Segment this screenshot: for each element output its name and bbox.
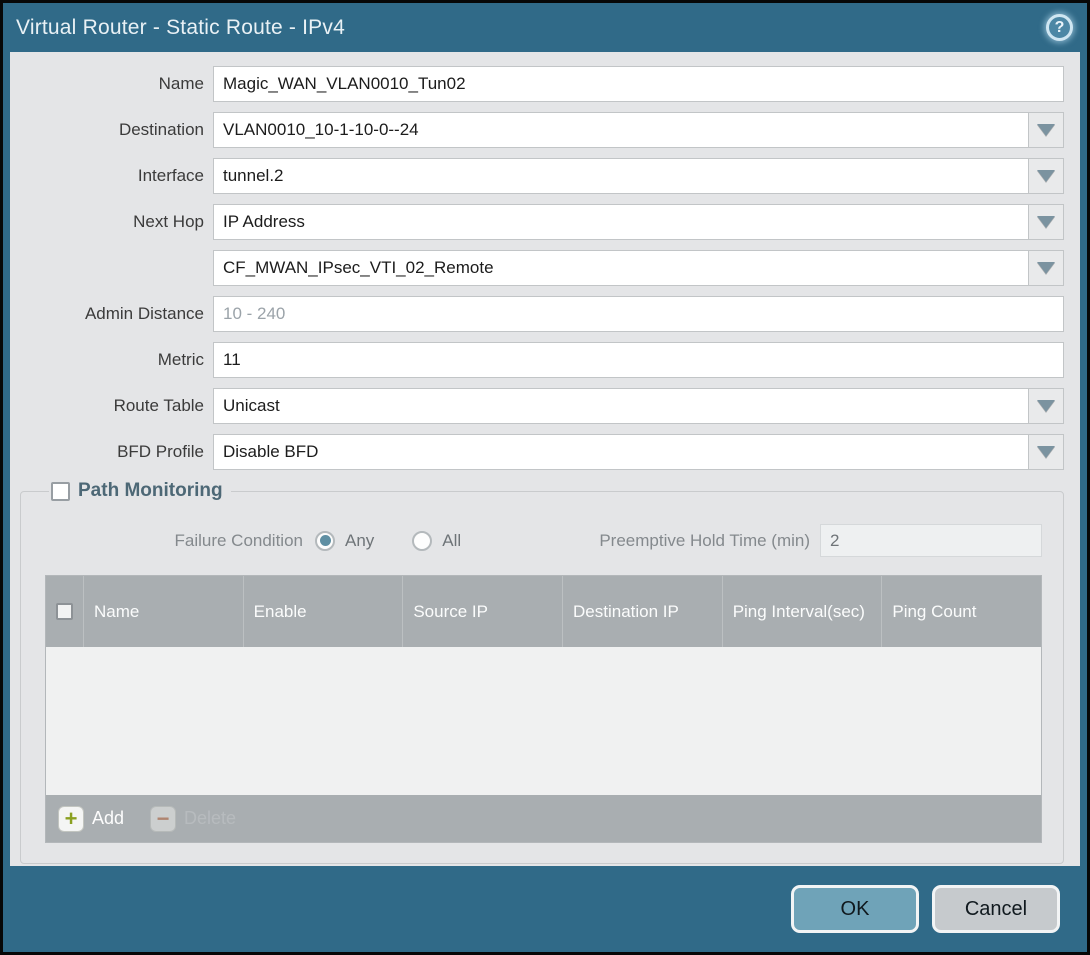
destination-input[interactable] [213, 112, 1029, 148]
chevron-down-icon [1037, 400, 1055, 412]
plus-icon: + [58, 806, 84, 832]
path-monitoring-legend: Path Monitoring [49, 480, 231, 502]
interface-row: Interface [20, 158, 1064, 194]
cancel-button[interactable]: Cancel [932, 885, 1060, 933]
path-monitoring-checkbox[interactable] [51, 482, 70, 501]
bfd-profile-input[interactable] [213, 434, 1029, 470]
bfd-profile-label: BFD Profile [20, 442, 213, 462]
add-button[interactable]: + Add [58, 806, 124, 832]
dialog-title: Virtual Router - Static Route - IPv4 [16, 16, 345, 40]
admin-distance-row: Admin Distance [20, 296, 1064, 332]
select-all-cell [46, 576, 83, 647]
column-header-enable[interactable]: Enable [243, 576, 403, 647]
failure-condition-radio-group: Any All [315, 531, 461, 551]
destination-row: Destination [20, 112, 1064, 148]
chevron-down-icon [1037, 446, 1055, 458]
failure-condition-label: Failure Condition [45, 531, 315, 551]
column-header-ping-interval[interactable]: Ping Interval(sec) [722, 576, 882, 647]
next-hop-address-dropdown-button[interactable] [1029, 250, 1064, 286]
static-route-dialog: Virtual Router - Static Route - IPv4 ? N… [0, 0, 1090, 955]
route-table-label: Route Table [20, 396, 213, 416]
delete-button-label: Delete [184, 808, 236, 829]
preemptive-hold-time-input[interactable] [820, 524, 1042, 557]
route-table-input[interactable] [213, 388, 1029, 424]
ok-button[interactable]: OK [791, 885, 919, 933]
radio-any-icon [315, 531, 335, 551]
route-table-row: Route Table [20, 388, 1064, 424]
interface-dropdown-button[interactable] [1029, 158, 1064, 194]
interface-input[interactable] [213, 158, 1029, 194]
failure-condition-row: Failure Condition Any All Preemptive Hol… [45, 524, 1042, 557]
column-header-source-ip[interactable]: Source IP [402, 576, 562, 647]
column-header-ping-count[interactable]: Ping Count [881, 576, 1041, 647]
route-table-dropdown-button[interactable] [1029, 388, 1064, 424]
table-toolbar: + Add − Delete [46, 795, 1041, 842]
help-icon[interactable]: ? [1046, 14, 1073, 41]
add-button-label: Add [92, 808, 124, 829]
radio-all-icon [412, 531, 432, 551]
chevron-down-icon [1037, 170, 1055, 182]
admin-distance-input[interactable] [213, 296, 1064, 332]
select-all-checkbox[interactable] [56, 603, 73, 620]
next-hop-type-input[interactable] [213, 204, 1029, 240]
chevron-down-icon [1037, 216, 1055, 228]
name-input[interactable] [213, 66, 1064, 102]
metric-input[interactable] [213, 342, 1064, 378]
path-monitoring-section: Path Monitoring Failure Condition Any Al… [20, 480, 1064, 864]
radio-option-all[interactable]: All [412, 531, 461, 551]
bfd-profile-dropdown-button[interactable] [1029, 434, 1064, 470]
radio-any-label: Any [345, 531, 374, 551]
dialog-content: Name Destination Interface Next Hop [10, 52, 1080, 866]
name-row: Name [20, 66, 1064, 102]
dialog-footer: OK Cancel [3, 866, 1087, 952]
radio-option-any[interactable]: Any [315, 531, 374, 551]
admin-distance-label: Admin Distance [20, 304, 213, 324]
destination-label: Destination [20, 120, 213, 140]
chevron-down-icon [1037, 124, 1055, 136]
column-header-destination-ip[interactable]: Destination IP [562, 576, 722, 647]
next-hop-row: Next Hop [20, 204, 1064, 240]
column-header-name[interactable]: Name [83, 576, 243, 647]
next-hop-label: Next Hop [20, 212, 213, 232]
destination-dropdown-button[interactable] [1029, 112, 1064, 148]
name-label: Name [20, 74, 213, 94]
next-hop-address-input[interactable] [213, 250, 1029, 286]
table-header-row: Name Enable Source IP Destination IP Pin… [46, 576, 1041, 647]
radio-all-label: All [442, 531, 461, 551]
dialog-titlebar: Virtual Router - Static Route - IPv4 ? [3, 3, 1087, 52]
path-monitoring-table: Name Enable Source IP Destination IP Pin… [45, 575, 1042, 843]
delete-button[interactable]: − Delete [150, 806, 236, 832]
next-hop-address-row [20, 250, 1064, 286]
chevron-down-icon [1037, 262, 1055, 274]
interface-label: Interface [20, 166, 213, 186]
preemptive-hold-time-label: Preemptive Hold Time (min) [599, 531, 820, 551]
path-monitoring-title: Path Monitoring [78, 480, 223, 502]
bfd-profile-row: BFD Profile [20, 434, 1064, 470]
minus-icon: − [150, 806, 176, 832]
table-body-empty [46, 647, 1041, 795]
metric-label: Metric [20, 350, 213, 370]
next-hop-dropdown-button[interactable] [1029, 204, 1064, 240]
metric-row: Metric [20, 342, 1064, 378]
